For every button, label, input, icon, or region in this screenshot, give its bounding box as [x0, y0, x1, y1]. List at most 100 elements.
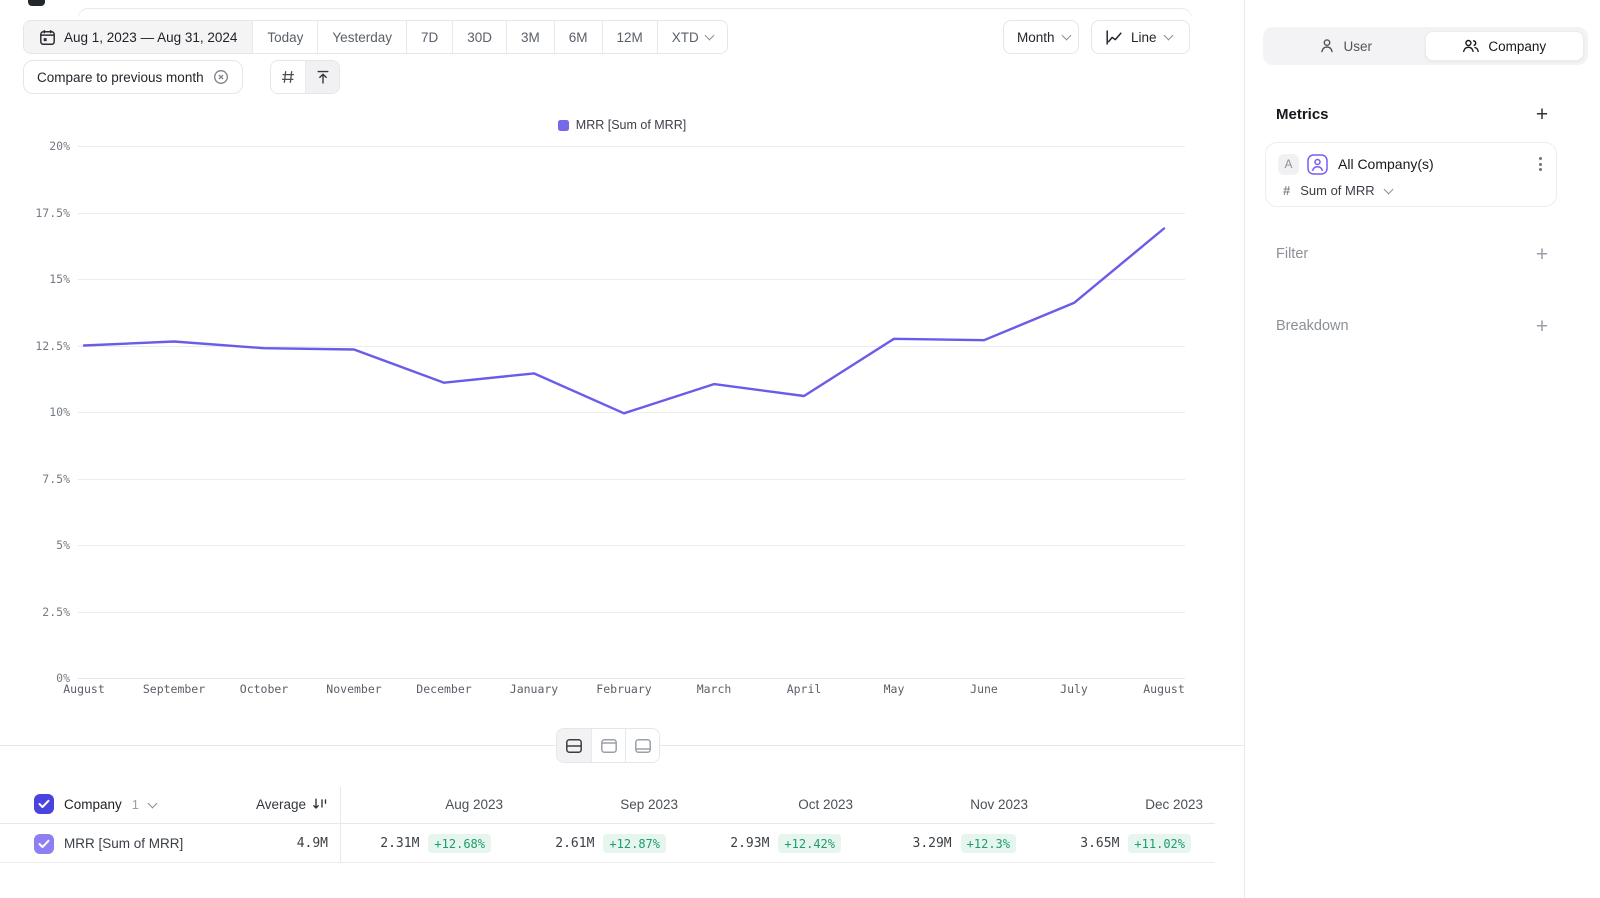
delta-badge: +12.42% — [778, 834, 841, 853]
mrr-chart[interactable] — [0, 132, 1244, 698]
metrics-title: Metrics — [1276, 106, 1329, 123]
value-cell: 2.61M +12.87% — [515, 834, 690, 853]
series-badge: A — [1278, 154, 1299, 175]
layout-chart-button[interactable] — [625, 729, 659, 762]
month-header-cell[interactable]: Sep 2023 — [515, 797, 690, 812]
cell-value: 2.61M — [555, 836, 594, 851]
table-row[interactable]: MRR [Sum of MRR] 4.9M 2.31M +12.68% 2.61… — [0, 825, 1215, 863]
kebab-menu-icon[interactable] — [1535, 153, 1546, 175]
month-header-cell[interactable]: Aug 2023 — [340, 797, 515, 812]
breakdown-section-label: Breakdown — [1276, 318, 1349, 334]
average-label: Average — [256, 797, 306, 812]
sidebar: User Company Metrics + A — [1245, 0, 1600, 898]
aggregation-selector[interactable]: # Sum of MRR — [1283, 183, 1392, 198]
group-by-label[interactable]: Company — [64, 797, 122, 812]
close-circle-icon[interactable] — [213, 69, 229, 85]
tab-company-label: Company — [1488, 39, 1546, 54]
preset-6m-button[interactable]: 6M — [554, 21, 602, 53]
preset-7d-button[interactable]: 7D — [406, 21, 452, 53]
bottom-bar-view-icon — [634, 738, 652, 754]
preset-12m-button[interactable]: 12M — [602, 21, 657, 53]
number-type-icon: # — [1283, 183, 1290, 198]
group-header-cell: Company 1 — [0, 794, 250, 814]
tab-company[interactable]: Company — [1425, 31, 1585, 61]
entity-toggle: User Company — [1263, 27, 1588, 65]
cell-value: 3.65M — [1080, 836, 1119, 851]
line-chart-icon — [1105, 29, 1123, 46]
sort-icon — [312, 797, 328, 811]
month-header-cell[interactable]: Nov 2023 — [865, 797, 1040, 812]
average-header-cell[interactable]: Average — [250, 797, 340, 812]
metric-card[interactable]: A All Company(s) # Sum of MRR — [1265, 142, 1557, 207]
layout-split-button[interactable] — [557, 729, 591, 762]
value-cell: 2.31M +12.68% — [340, 834, 515, 853]
layout-table-button[interactable] — [591, 729, 625, 762]
granularity-label: Month — [1017, 30, 1055, 45]
value-cell: 3.29M +12.3% — [865, 834, 1040, 853]
x-tick: April — [759, 682, 849, 696]
legend-label: MRR [Sum of MRR] — [576, 118, 686, 132]
tab-user[interactable]: User — [1267, 31, 1425, 61]
annotations-toggle-button[interactable] — [305, 61, 339, 93]
layout-toggle-group — [556, 728, 660, 763]
preset-30d-button[interactable]: 30D — [452, 21, 506, 53]
chevron-down-icon — [1163, 30, 1173, 40]
month-header-cell[interactable]: Dec 2023 — [1040, 797, 1215, 812]
chevron-down-icon — [1383, 184, 1393, 194]
x-tick: January — [489, 682, 579, 696]
metric-entity-name: All Company(s) — [1338, 156, 1527, 172]
x-tick: March — [669, 682, 759, 696]
average-value: 4.9M — [297, 836, 328, 851]
arrow-up-to-line-icon — [315, 69, 331, 85]
aggregation-label: Sum of MRR — [1300, 183, 1374, 198]
delta-badge: +12.87% — [603, 834, 666, 853]
table-column-divider — [340, 787, 341, 863]
calendar-icon — [39, 29, 56, 46]
select-all-checkbox[interactable] — [34, 794, 54, 814]
metric-row-label: MRR [Sum of MRR] — [64, 836, 183, 851]
chart-option-group — [270, 60, 340, 94]
cell-value: 3.29M — [913, 836, 952, 851]
month-header-cell[interactable]: Oct 2023 — [690, 797, 865, 812]
preset-xtd-button[interactable]: XTD — [657, 21, 727, 53]
date-range-button[interactable]: Aug 1, 2023 — Aug 31, 2024 — [24, 21, 252, 53]
check-icon — [38, 799, 50, 809]
row-checkbox[interactable] — [34, 834, 54, 854]
chevron-down-icon — [1061, 30, 1071, 40]
chart-type-dropdown[interactable]: Line — [1091, 20, 1190, 54]
chevron-down-icon[interactable] — [148, 798, 158, 808]
gridlines-toggle-button[interactable] — [271, 61, 305, 93]
hash-icon — [280, 69, 296, 85]
chart-legend: MRR [Sum of MRR] — [0, 118, 1244, 132]
company-square-icon — [1307, 154, 1328, 175]
chart-type-label: Line — [1131, 30, 1157, 45]
check-icon — [38, 839, 50, 849]
company-icon — [1462, 38, 1480, 54]
x-tick: December — [399, 682, 489, 696]
xtd-label: XTD — [672, 30, 699, 45]
preset-3m-button[interactable]: 3M — [506, 21, 554, 53]
delta-badge: +12.68% — [428, 834, 491, 853]
add-metric-button[interactable]: + — [1532, 104, 1552, 124]
filter-section-label: Filter — [1276, 246, 1308, 262]
granularity-dropdown[interactable]: Month — [1003, 20, 1079, 54]
add-breakdown-button[interactable]: + — [1532, 316, 1552, 336]
mrr-line-path — [84, 229, 1164, 414]
value-cell: 3.65M +11.02% — [1040, 834, 1215, 853]
preset-yesterday-button[interactable]: Yesterday — [317, 21, 406, 53]
preset-today-button[interactable]: Today — [252, 21, 317, 53]
table-header-row: Company 1 Average Aug 2023 Sep 2023 Oct … — [0, 785, 1215, 824]
x-tick: August — [1119, 682, 1209, 696]
x-tick: May — [849, 682, 939, 696]
user-icon — [1319, 38, 1335, 54]
add-filter-button[interactable]: + — [1532, 244, 1552, 264]
legend-swatch — [558, 120, 569, 131]
x-tick: June — [939, 682, 1029, 696]
delta-badge: +12.3% — [961, 834, 1016, 853]
value-cell: 2.93M +12.42% — [690, 834, 865, 853]
x-tick: August — [39, 682, 129, 696]
top-bar-view-icon — [600, 738, 618, 754]
x-tick: July — [1029, 682, 1119, 696]
compare-chip[interactable]: Compare to previous month — [23, 60, 243, 94]
cutoff-element — [28, 0, 45, 6]
